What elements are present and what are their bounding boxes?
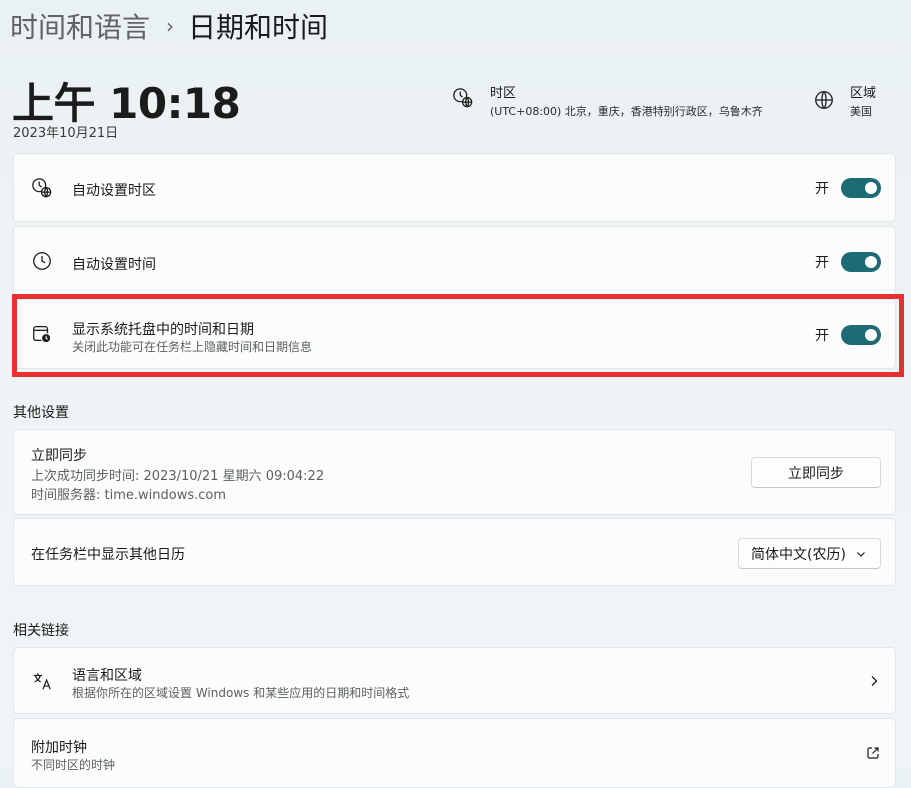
calendar-label: 在任务栏中显示其他日历	[31, 547, 185, 563]
breadcrumb-parent[interactable]: 时间和语言	[10, 6, 150, 46]
clock-globe-icon	[453, 88, 473, 108]
other-settings-heading: 其他设置	[13, 405, 69, 421]
language-region-link[interactable]: 语言和区域 根据你所在的区域设置 Windows 和某些应用的日期和时间格式	[13, 647, 896, 714]
timezone-info: 时区 (UTC+08:00) 北京，重庆，香港特别行政区，乌鲁木齐	[452, 82, 782, 122]
additional-clocks-title: 附加时钟	[31, 740, 87, 756]
tray-time-description: 关闭此功能可在任务栏上隐藏时间和日期信息	[72, 340, 313, 354]
calendar-card: 在任务栏中显示其他日历 简体中文(农历)	[13, 518, 896, 586]
auto-timezone-card: 自动设置时区 开	[13, 153, 896, 222]
breadcrumb-separator: ›	[166, 14, 175, 38]
tray-time-label: 显示系统托盘中的时间和日期	[72, 322, 254, 338]
auto-timezone-state: 开	[815, 181, 829, 197]
tray-time-toggle[interactable]	[841, 325, 881, 345]
related-links-heading: 相关链接	[13, 623, 69, 639]
sync-now-button[interactable]: 立即同步	[751, 457, 881, 488]
region-info: 区域 美国	[813, 82, 893, 122]
auto-timezone-label: 自动设置时区	[72, 183, 156, 199]
auto-timezone-toggle-group: 开	[815, 178, 881, 198]
calendar-dropdown[interactable]: 简体中文(农历)	[738, 538, 881, 569]
page-title: 日期和时间	[188, 11, 329, 44]
globe-icon	[815, 91, 833, 109]
auto-time-toggle-group: 开	[815, 252, 881, 272]
chevron-down-icon	[857, 551, 865, 557]
auto-time-toggle[interactable]	[841, 252, 881, 272]
chevron-right-icon	[871, 676, 878, 686]
language-icon	[33, 673, 51, 690]
language-region-title: 语言和区域	[72, 668, 142, 684]
additional-clocks-link[interactable]: 附加时钟 不同时区的时钟	[13, 718, 896, 788]
tray-time-state: 开	[815, 328, 829, 344]
additional-clocks-description: 不同时区的时钟	[31, 758, 116, 772]
clock-icon	[33, 252, 51, 270]
breadcrumb: 时间和语言 › 日期和时间	[10, 6, 328, 46]
region-value: 美国	[850, 105, 872, 118]
sync-card: 立即同步 上次成功同步时间: 2023/10/21 星期六 09:04:22 时…	[13, 429, 896, 515]
auto-time-state: 开	[815, 255, 829, 271]
sync-title: 立即同步	[31, 448, 87, 464]
auto-time-card: 自动设置时间 开	[13, 226, 896, 296]
timezone-title: 时区	[490, 86, 517, 101]
last-sync-text: 上次成功同步时间: 2023/10/21 星期六 09:04:22	[31, 469, 325, 484]
timezone-value: (UTC+08:00) 北京，重庆，香港特别行政区，乌鲁木齐	[490, 105, 763, 118]
auto-timezone-toggle[interactable]	[841, 178, 881, 198]
time-server-text: 时间服务器: time.windows.com	[31, 488, 227, 503]
tray-time-toggle-group: 开	[815, 325, 881, 345]
language-region-description: 根据你所在的区域设置 Windows 和某些应用的日期和时间格式	[72, 686, 410, 700]
calendar-selected: 简体中文(农历)	[751, 546, 846, 563]
clock-globe-icon	[32, 178, 52, 198]
tray-time-card: 显示系统托盘中的时间和日期 关闭此功能可在任务栏上隐藏时间和日期信息 开	[13, 299, 896, 369]
current-date: 2023年10月21日	[13, 126, 119, 141]
region-title: 区域	[850, 86, 877, 101]
external-link-icon	[867, 747, 879, 759]
auto-time-label: 自动设置时间	[72, 257, 156, 273]
calendar-clock-icon	[33, 326, 52, 344]
